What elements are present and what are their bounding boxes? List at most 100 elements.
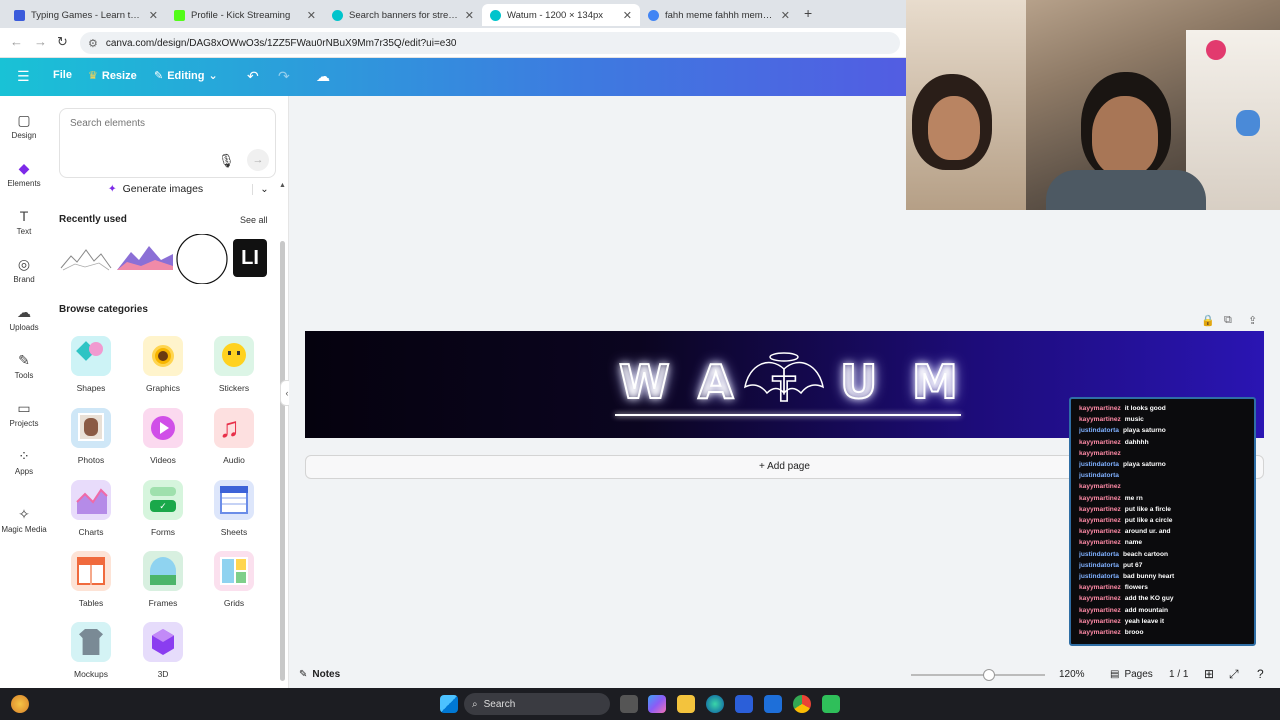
lock-icon[interactable]: 🔒: [1201, 314, 1215, 327]
rail-label: Magic Media: [1, 525, 47, 534]
menu-icon[interactable]: ☰: [17, 68, 30, 85]
streamer-right-face: [1092, 96, 1158, 176]
recent-pink-mountains[interactable]: [117, 234, 173, 284]
weather-icon[interactable]: [11, 695, 29, 713]
rail-label: Design: [11, 131, 37, 140]
bottom-bar: ✎ Notes 120% ▤ Pages 1 / 1 ⊞ ⤢ ?: [289, 662, 1280, 688]
close-tab-icon[interactable]: ✕: [149, 9, 158, 22]
rail-item-apps[interactable]: ⁘ Apps: [0, 448, 48, 476]
store-icon[interactable]: [735, 695, 753, 713]
chat-username: justindatorta: [1079, 573, 1119, 581]
help-icon[interactable]: ?: [1257, 667, 1264, 681]
redo-icon[interactable]: ↷: [278, 68, 290, 85]
browser-tab-active[interactable]: Watum - 1200 × 134px ✕: [482, 4, 640, 26]
category-mockups[interactable]: Mockups: [59, 622, 123, 679]
rail-item-magic-media[interactable]: ✧ Magic Media: [0, 506, 48, 534]
file-explorer-icon[interactable]: [677, 695, 695, 713]
tab-favicon-icon: [490, 9, 501, 21]
chat-text: music: [1124, 416, 1144, 424]
recent-text-block[interactable]: LI: [233, 239, 267, 277]
duplicate-page-icon[interactable]: ⧉: [1224, 314, 1232, 327]
editing-mode-button[interactable]: ✎ Editing ⌄: [154, 69, 218, 83]
site-info-icon[interactable]: ⚙: [88, 37, 98, 50]
3d-icon: [143, 622, 183, 662]
kick-app-icon[interactable]: [822, 695, 840, 713]
back-icon[interactable]: ←: [10, 34, 23, 49]
reload-icon[interactable]: ↻: [57, 34, 68, 50]
zoom-level[interactable]: 120%: [1059, 669, 1085, 680]
rail-item-projects[interactable]: ▭ Projects: [0, 400, 48, 428]
close-tab-icon[interactable]: ✕: [465, 9, 474, 22]
forward-icon[interactable]: →: [34, 34, 47, 49]
category-videos[interactable]: Videos: [131, 408, 195, 465]
browser-tab[interactable]: Typing Games - Learn to Type ✕: [6, 4, 166, 26]
chat-message: justindatorta beach cartoon: [1079, 549, 1254, 560]
chat-message: justindatorta put 67: [1079, 560, 1254, 571]
see-all-link[interactable]: See all: [240, 215, 268, 225]
resize-button[interactable]: ♛ Resize: [88, 69, 137, 83]
fullscreen-icon[interactable]: ⤢: [1229, 667, 1239, 682]
cloud-save-icon[interactable]: ☁: [316, 68, 330, 85]
microphone-icon[interactable]: 🎙: [218, 153, 235, 169]
grid-view-icon[interactable]: ⊞: [1204, 667, 1214, 681]
category-audio[interactable]: ♫ Audio: [202, 408, 266, 465]
chevron-down-icon[interactable]: ⌄: [252, 183, 276, 195]
tab-favicon-icon: [174, 9, 185, 21]
zoom-slider[interactable]: [911, 674, 1045, 676]
close-tab-icon[interactable]: ✕: [623, 9, 632, 22]
rail-item-design[interactable]: ▢ Design: [0, 112, 48, 140]
chat-text: brooo: [1124, 629, 1144, 637]
chrome-icon[interactable]: [793, 695, 811, 713]
rail-item-uploads[interactable]: ☁ Uploads: [0, 304, 48, 332]
search-submit-icon[interactable]: →: [247, 149, 269, 171]
category-graphics[interactable]: Graphics: [131, 336, 195, 393]
close-tab-icon[interactable]: ✕: [781, 9, 790, 22]
zoom-slider-handle[interactable]: [982, 669, 995, 681]
new-tab-icon[interactable]: +: [804, 5, 812, 21]
category-sheets[interactable]: Sheets: [202, 480, 266, 537]
close-tab-icon[interactable]: ✕: [307, 9, 316, 22]
category-3d[interactable]: 3D: [131, 622, 195, 679]
rail-item-elements[interactable]: ◆ Elements: [0, 160, 48, 188]
task-view-icon[interactable]: [620, 695, 638, 713]
undo-icon[interactable]: ↶: [247, 68, 259, 85]
panel-scrollbar[interactable]: [280, 241, 285, 681]
chat-text: beach cartoon: [1122, 550, 1169, 558]
category-forms[interactable]: ✓ Forms: [131, 480, 195, 537]
copilot-icon[interactable]: [648, 695, 666, 713]
mail-icon[interactable]: [764, 695, 782, 713]
file-menu-button[interactable]: File: [53, 69, 72, 81]
browser-tab[interactable]: Profile - Kick Streaming ✕: [166, 4, 324, 26]
scroll-up-icon[interactable]: ▲: [279, 182, 286, 189]
browser-tab[interactable]: fahh meme fahhh meme - Goo ✕: [640, 4, 798, 26]
url-field[interactable]: ⚙ canva.com/design/DAG8xOWwO3s/1ZZ5FWau0…: [80, 32, 900, 54]
share-page-icon[interactable]: ⇪: [1248, 314, 1257, 327]
notes-button[interactable]: ✎ Notes: [299, 669, 340, 680]
chat-username: kayymartinez: [1079, 595, 1121, 603]
category-grids[interactable]: Grids: [202, 551, 266, 608]
rail-item-brand[interactable]: ◎ Brand: [0, 256, 48, 284]
category-frames[interactable]: Frames: [131, 551, 195, 608]
category-stickers[interactable]: Stickers: [202, 336, 266, 393]
edge-icon[interactable]: [706, 695, 724, 713]
chat-username: kayymartinez: [1079, 438, 1121, 446]
chat-username: justindatorta: [1079, 427, 1119, 435]
svg-text:T: T: [772, 370, 796, 410]
category-shapes[interactable]: Shapes: [59, 336, 123, 393]
category-photos[interactable]: Photos: [59, 408, 123, 465]
search-input[interactable]: [70, 118, 220, 129]
recent-circle[interactable]: [175, 234, 231, 284]
pages-button[interactable]: ▤ Pages: [1110, 669, 1153, 680]
rail-item-tools[interactable]: ✎ Tools: [0, 352, 48, 380]
rail-item-text[interactable]: T Text: [0, 208, 48, 236]
category-charts[interactable]: Charts: [59, 480, 123, 537]
rail-label: Elements: [7, 179, 41, 188]
generate-images-button[interactable]: ✦ Generate images: [59, 183, 252, 195]
chat-username: kayymartinez: [1079, 584, 1121, 592]
recent-mountain-sketch[interactable]: [59, 234, 113, 284]
chat-message: kayymartinez add mountain: [1079, 605, 1254, 616]
windows-start-icon[interactable]: [440, 695, 458, 713]
category-tables[interactable]: Tables: [59, 551, 123, 608]
browser-tab[interactable]: Search banners for streaming ✕: [324, 4, 482, 26]
taskbar-search[interactable]: ⌕ Search: [464, 693, 610, 715]
